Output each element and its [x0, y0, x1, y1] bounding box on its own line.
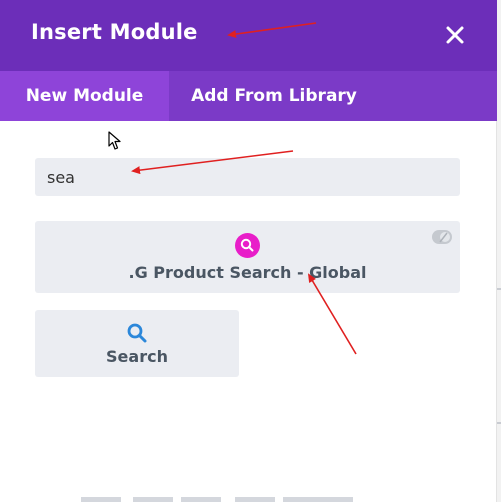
mouse-cursor-icon: [108, 131, 122, 151]
edge-tick: [497, 288, 501, 290]
close-icon: [446, 26, 464, 44]
bottom-strip: [81, 497, 121, 502]
tab-add-from-library[interactable]: Add From Library: [169, 71, 379, 121]
module-icon-search: [126, 322, 148, 344]
module-search-input[interactable]: [35, 158, 460, 196]
tab-bar: New Module Add From Library: [0, 71, 497, 121]
global-badge: [431, 229, 453, 245]
search-icon: [127, 323, 147, 343]
dialog-header: Insert Module: [0, 0, 497, 71]
edge-tick: [497, 422, 501, 424]
bottom-strip: [133, 497, 173, 502]
module-icon-product-search: [235, 233, 260, 258]
global-toggle-icon: [432, 230, 452, 244]
insert-module-dialog: Insert Module New Module Add From Librar…: [0, 0, 497, 502]
module-label-product-search-global: .G Product Search - Global: [128, 263, 367, 282]
dialog-title: Insert Module: [31, 20, 198, 44]
background-edge: [497, 0, 501, 502]
bottom-strip: [181, 497, 221, 502]
bottom-strip: [283, 497, 353, 502]
bottom-strip: [235, 497, 275, 502]
search-icon: [240, 238, 254, 252]
close-button[interactable]: [441, 21, 469, 49]
module-label-search: Search: [106, 347, 168, 366]
tab-new-module[interactable]: New Module: [0, 71, 169, 121]
